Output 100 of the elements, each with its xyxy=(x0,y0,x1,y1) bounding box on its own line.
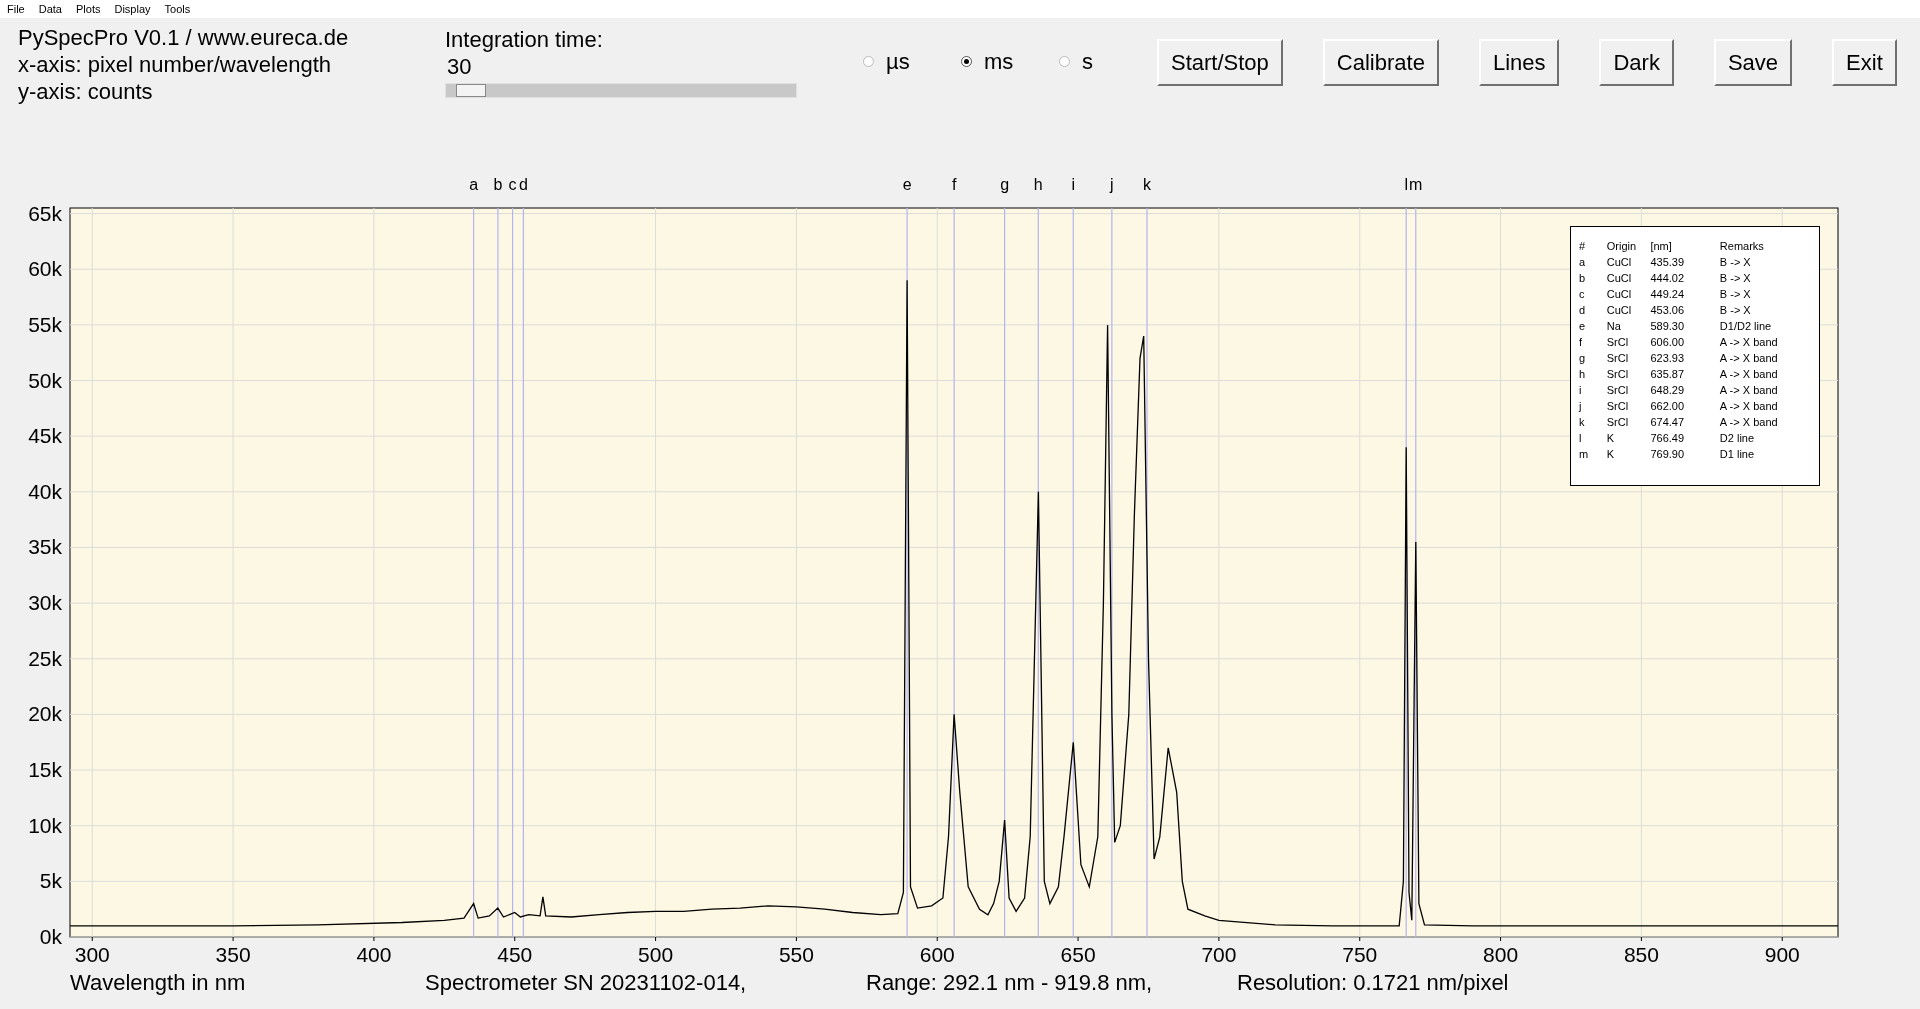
legend-cell-text: A -> X band xyxy=(1719,335,1779,350)
integration-slider[interactable] xyxy=(445,83,797,98)
y-tick-label: 60k xyxy=(28,257,62,281)
legend-cell-text: l xyxy=(1579,431,1583,446)
legend-cell-text: CuCl xyxy=(1606,303,1633,318)
x-tick-label: 600 xyxy=(919,943,955,966)
legend-cell-text: i xyxy=(1579,383,1583,398)
integration-value: 30 xyxy=(446,53,473,80)
legend-cell-text: f xyxy=(1579,335,1584,350)
legend-cell-text: g xyxy=(1579,351,1587,366)
y-tick-label: 15k xyxy=(28,758,62,782)
legend-header: Remarks xyxy=(1719,239,1765,254)
toolbar-button[interactable]: Exit xyxy=(1832,39,1897,86)
legend-cell-text: Na xyxy=(1606,319,1622,334)
x-tick-label: 850 xyxy=(1623,943,1659,966)
range-text: Range: 292.1 nm - 919.8 nm, xyxy=(866,971,1154,995)
legend-cell-text: 766.49 xyxy=(1650,431,1686,446)
legend-cell-text: b xyxy=(1579,271,1587,286)
legend-cell-text: k xyxy=(1579,415,1586,430)
unit-label: s xyxy=(1082,47,1093,76)
y-tick-label: 55k xyxy=(28,312,62,336)
legend-cell-text: SrCl xyxy=(1606,351,1630,366)
y-tick-label: 45k xyxy=(28,424,62,448)
legend-cell-text: a xyxy=(1579,255,1587,270)
legend-header: Origin xyxy=(1606,239,1638,254)
toolbar-button[interactable]: Save xyxy=(1713,39,1793,86)
legend-cell-text: 674.47 xyxy=(1650,415,1686,430)
legend-cell-text: SrCl xyxy=(1606,399,1630,414)
legend-cell-text: 662.00 xyxy=(1650,399,1686,414)
legend-cell-text: A -> X band xyxy=(1719,351,1779,366)
unit-label: µs xyxy=(886,47,910,76)
y-tick-label: 0k xyxy=(39,925,62,948)
legend-cell-text: e xyxy=(1579,319,1587,334)
legend-cell-text: 435.39 xyxy=(1650,255,1686,270)
menu-item[interactable]: Plots xyxy=(76,0,101,18)
marker-label: a xyxy=(469,176,479,193)
info-text: PySpecPro V0.1 / www.eureca.de xyxy=(18,24,350,51)
legend-cell-text: h xyxy=(1579,367,1587,382)
legend-cell-text: SrCl xyxy=(1606,383,1630,398)
x-tick-label: 550 xyxy=(778,943,814,966)
y-tick-label: 30k xyxy=(28,591,62,615)
menu-item[interactable]: Data xyxy=(38,0,62,18)
legend-cell-text: 449.24 xyxy=(1650,287,1686,302)
menu-item[interactable]: Display xyxy=(114,0,151,18)
slider-thumb[interactable] xyxy=(455,84,486,97)
legend-cell-text: B -> X xyxy=(1719,255,1752,270)
marker-label: b xyxy=(493,176,503,193)
x-tick-label: 750 xyxy=(1342,943,1378,966)
info-text: x-axis: pixel number/wavelength xyxy=(18,51,333,78)
spectrometer-text: Spectrometer SN 20231102-014, xyxy=(424,971,748,995)
legend-cell-text: 769.90 xyxy=(1650,447,1686,462)
menu-item[interactable]: Tools xyxy=(164,0,191,18)
legend-cell-text: B -> X xyxy=(1719,271,1752,286)
x-tick-label: 500 xyxy=(638,943,674,966)
y-tick-label: 5k xyxy=(39,869,62,893)
toolbar-button[interactable]: Dark xyxy=(1599,39,1674,86)
legend-cell-text: SrCl xyxy=(1606,367,1630,382)
integration-label: Integration time: xyxy=(445,26,604,53)
marker-label: d xyxy=(518,176,528,193)
legend-cell-text: d xyxy=(1579,303,1587,318)
marker-label: l xyxy=(1404,176,1408,193)
toolbar-button[interactable]: Calibrate xyxy=(1322,39,1439,86)
legend-cell-text: D1 line xyxy=(1719,447,1756,462)
y-tick-label: 10k xyxy=(28,813,62,837)
legend-cell-text: 606.00 xyxy=(1650,335,1686,350)
legend-header: # xyxy=(1579,239,1587,254)
legend-cell-text: 453.06 xyxy=(1650,303,1686,318)
legend-cell-text: 635.87 xyxy=(1650,367,1686,382)
y-tick-label: 20k xyxy=(28,702,62,726)
marker-label: k xyxy=(1143,176,1151,193)
x-tick-label: 300 xyxy=(74,943,110,966)
legend-cell-text: SrCl xyxy=(1606,335,1630,350)
menu-item[interactable]: File xyxy=(7,0,25,18)
x-tick-label: 800 xyxy=(1483,943,1519,966)
x-tick-label: 650 xyxy=(1060,943,1096,966)
marker-label: e xyxy=(902,176,912,193)
legend-cell-text: A -> X band xyxy=(1719,367,1779,382)
legend-cell-text: A -> X band xyxy=(1719,399,1779,414)
radio-button[interactable] xyxy=(863,55,874,67)
marker-label: f xyxy=(951,176,957,193)
x-tick-label: 350 xyxy=(215,943,251,966)
resolution-text: Resolution: 0.1721 nm/pixel xyxy=(1237,971,1509,995)
legend-cell-text: 623.93 xyxy=(1650,351,1686,366)
x-tick-label: 700 xyxy=(1201,943,1237,966)
legend-cell-text: K xyxy=(1606,431,1616,446)
toolbar-button[interactable]: Start/Stop xyxy=(1157,39,1283,86)
legend-cell-text: D2 line xyxy=(1719,431,1756,446)
legend-cell-text: B -> X xyxy=(1719,287,1752,302)
radio-button[interactable] xyxy=(961,55,972,67)
x-tick-label: 450 xyxy=(497,943,533,966)
y-tick-label: 50k xyxy=(28,368,62,392)
marker-label: i xyxy=(1071,176,1076,193)
legend-cell-text: CuCl xyxy=(1606,271,1633,286)
legend-cell-text: c xyxy=(1579,287,1586,302)
y-tick-label: 40k xyxy=(28,479,62,503)
radio-button[interactable] xyxy=(1059,55,1070,67)
legend-cell-text: D1/D2 line xyxy=(1719,319,1773,334)
y-tick-label: 35k xyxy=(28,535,62,559)
legend-cell-text: K xyxy=(1606,447,1616,462)
toolbar-button[interactable]: Lines xyxy=(1478,39,1560,86)
